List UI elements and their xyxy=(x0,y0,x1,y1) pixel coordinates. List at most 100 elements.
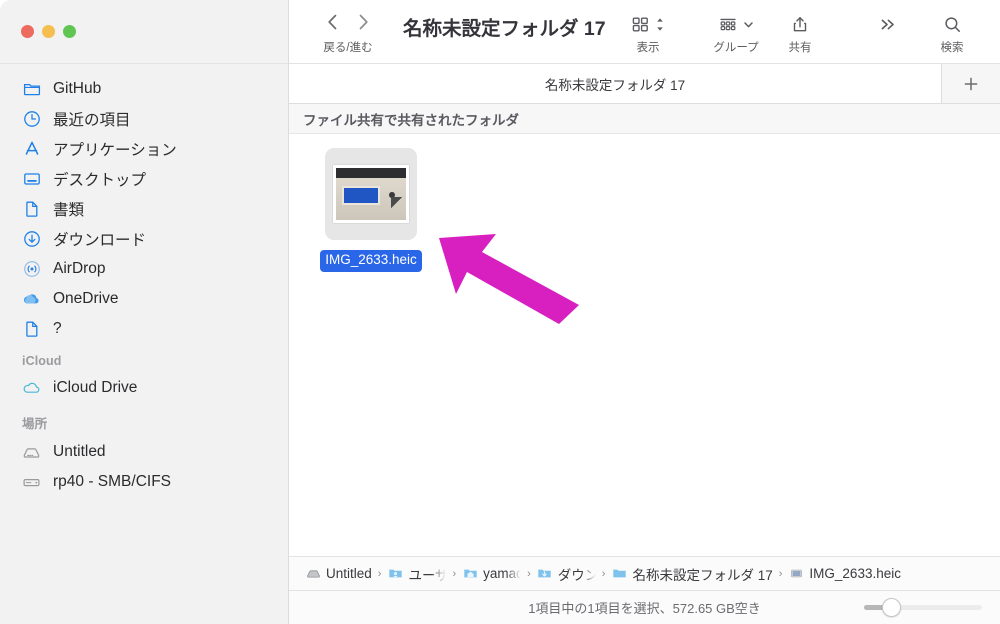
sidebar-group-icloud: iCloud xyxy=(22,354,62,368)
sidebar-item-label: ダウンロード xyxy=(53,232,147,249)
breadcrumb-item-untitled[interactable]: Untitled xyxy=(305,566,372,582)
content-pane: 戻る/進む 名称未設定フォルダ 17 表示 グループ 共有 検索 名称未設定フォ… xyxy=(289,0,1000,624)
new-tab-button[interactable] xyxy=(942,64,1000,103)
nav-caption: 戻る/進む xyxy=(323,42,373,54)
cloud-filled-icon xyxy=(22,290,41,309)
grid-view-icon xyxy=(631,13,665,36)
sidebar-group-locations: 場所 xyxy=(22,417,48,431)
icon-size-slider[interactable] xyxy=(864,598,982,617)
status-bar: 1項目中の1項目を選択、572.65 GB空き xyxy=(289,590,1000,624)
shared-folder-banner-text: ファイル共有で共有されたフォルダ xyxy=(303,112,519,128)
breadcrumb-label: ダウンロード xyxy=(557,567,596,583)
folder-user-icon xyxy=(387,566,403,582)
toolbar-actions: 表示 グループ 共有 検索 xyxy=(616,13,1000,55)
sidebar-item-untitled[interactable]: Untitled xyxy=(0,437,288,467)
share-icon xyxy=(791,13,809,36)
folder-down-icon xyxy=(537,566,553,582)
sidebar: GitHub 最近の項目 アプリケーション デスクトップ 書類 ダウンロード A… xyxy=(0,0,289,624)
sidebar-item-label: 最近の項目 xyxy=(53,112,131,129)
nav-arrows xyxy=(326,13,370,35)
airdrop-icon xyxy=(22,260,41,279)
file-item[interactable]: IMG_2633.heic xyxy=(315,148,427,272)
breadcrumb: Untitled › ユーザ › yamada › xyxy=(289,556,1000,590)
sidebar-item-applications[interactable]: アプリケーション xyxy=(0,134,288,164)
harddisk-icon xyxy=(22,443,41,462)
file-thumbnail xyxy=(325,148,417,240)
forward-button[interactable] xyxy=(357,12,370,37)
folder-icon xyxy=(22,80,41,99)
breadcrumb-label: ユーザ xyxy=(408,567,447,583)
document-icon xyxy=(22,200,41,219)
sidebar-item-label: iCloud Drive xyxy=(53,379,138,396)
view-options-button[interactable]: 表示 xyxy=(616,13,680,55)
group-by-icon xyxy=(718,13,754,36)
group-by-button[interactable]: グループ xyxy=(704,13,768,55)
search-button[interactable]: 検索 xyxy=(920,13,984,55)
sidebar-item-desktop[interactable]: デスクトップ xyxy=(0,164,288,194)
tab-bar: 名称未設定フォルダ 17 xyxy=(289,64,1000,104)
download-icon xyxy=(22,230,41,249)
search-icon xyxy=(943,13,962,36)
chevron-down-icon xyxy=(744,22,753,28)
sidebar-item-label: アプリケーション xyxy=(53,142,177,159)
sidebar-item-label: 書類 xyxy=(53,202,85,219)
breadcrumb-separator: › xyxy=(778,567,783,580)
breadcrumb-label: Untitled xyxy=(326,566,372,581)
maximize-button[interactable] xyxy=(63,25,76,38)
chevron-updown-icon xyxy=(657,18,663,31)
clock-icon xyxy=(22,110,41,129)
close-button[interactable] xyxy=(21,25,34,38)
breadcrumb-item-file[interactable]: IMG_2633.heic xyxy=(788,566,901,582)
sidebar-item-downloads[interactable]: ダウンロード xyxy=(0,224,288,254)
breadcrumb-label: yamada xyxy=(483,566,521,581)
toolbar-button-label: 表示 xyxy=(636,42,660,54)
cloud-outline-icon xyxy=(22,379,41,398)
sidebar-item-label: AirDrop xyxy=(53,260,106,277)
window-controls xyxy=(0,0,288,64)
photo-content xyxy=(336,168,406,220)
more-toolbar-button[interactable] xyxy=(856,13,920,39)
folder-home-icon xyxy=(462,566,478,582)
toolbar-button-label: 共有 xyxy=(788,42,812,54)
breadcrumb-item-users[interactable]: ユーザ xyxy=(387,564,446,584)
toolbar: 戻る/進む 名称未設定フォルダ 17 表示 グループ 共有 検索 xyxy=(289,0,1000,64)
sidebar-item-label: Untitled xyxy=(53,443,106,460)
plus-icon xyxy=(964,77,978,90)
share-button[interactable]: 共有 xyxy=(768,13,832,55)
finder-window: GitHub 最近の項目 アプリケーション デスクトップ 書類 ダウンロード A… xyxy=(0,0,1000,624)
photo-dark-band xyxy=(336,168,406,179)
breadcrumb-separator: › xyxy=(601,567,606,580)
desktop-icon xyxy=(22,170,41,189)
sidebar-item-label: デスクトップ xyxy=(53,172,147,189)
page-title: 名称未設定フォルダ 17 xyxy=(403,18,606,40)
minimize-button[interactable] xyxy=(42,25,55,38)
sidebar-item-icloud-drive[interactable]: iCloud Drive xyxy=(0,373,288,403)
tab-active[interactable]: 名称未設定フォルダ 17 xyxy=(289,64,942,103)
file-name-label[interactable]: IMG_2633.heic xyxy=(320,250,422,272)
breadcrumb-item-home[interactable]: yamada xyxy=(462,566,521,582)
document-icon xyxy=(22,320,41,339)
sidebar-item-label: ? xyxy=(53,320,62,337)
breadcrumb-item-downloads[interactable]: ダウンロード xyxy=(537,564,596,584)
sidebar-item-documents[interactable]: 書類 xyxy=(0,194,288,224)
sidebar-item-github[interactable]: GitHub xyxy=(0,74,288,104)
file-grid[interactable]: IMG_2633.heic xyxy=(289,134,1000,556)
folder-icon xyxy=(611,566,627,582)
breadcrumb-item-current-folder[interactable]: 名称未設定フォルダ 17 xyxy=(611,564,773,584)
sidebar-item-rp40[interactable]: rp40 - SMB/CIFS xyxy=(0,467,288,497)
photo-thumbnail-icon xyxy=(333,165,409,223)
slider-knob[interactable] xyxy=(881,598,901,617)
applications-icon xyxy=(22,140,41,159)
breadcrumb-separator: › xyxy=(452,567,457,580)
sidebar-item-label: OneDrive xyxy=(53,290,119,307)
sidebar-item-recents[interactable]: 最近の項目 xyxy=(0,104,288,134)
photo-stick xyxy=(390,196,402,215)
harddisk-icon xyxy=(305,566,321,582)
sidebar-item-onedrive[interactable]: OneDrive xyxy=(0,284,288,314)
back-button[interactable] xyxy=(326,12,339,37)
navigation-group: 戻る/進む xyxy=(305,13,391,55)
breadcrumb-separator: › xyxy=(377,567,382,580)
sidebar-item-airdrop[interactable]: AirDrop xyxy=(0,254,288,284)
network-drive-icon xyxy=(22,473,41,492)
sidebar-item-unknown[interactable]: ? xyxy=(0,314,288,344)
